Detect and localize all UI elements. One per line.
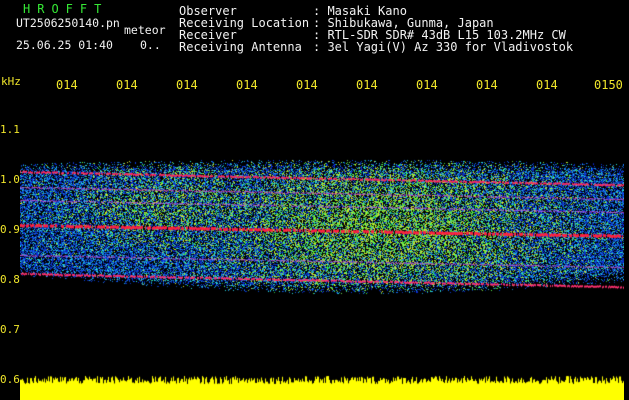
freq-tick: 1.0 bbox=[0, 173, 20, 186]
time-tick: 014 bbox=[56, 78, 78, 92]
meteor-label: meteor bbox=[124, 23, 166, 37]
info-label: Receiving Antenna bbox=[179, 40, 302, 54]
info-value: : 3el Yagi(V) Az 330 for Vladivostok bbox=[313, 40, 574, 54]
spectrogram-plot bbox=[20, 97, 624, 400]
filename-label: UT2506250140.pn bbox=[16, 16, 120, 30]
freq-tick: 1.1 bbox=[0, 123, 20, 136]
time-tick: 014 bbox=[236, 78, 258, 92]
app-title: HROFFT bbox=[23, 2, 109, 16]
time-tick: 014 bbox=[176, 78, 198, 92]
spectrogram-canvas bbox=[20, 97, 624, 400]
datetime-label: 25.06.25 01:40 bbox=[16, 38, 113, 52]
time-tick: 014 bbox=[416, 78, 438, 92]
freq-tick: 0.6 bbox=[0, 373, 20, 386]
frequency-unit-label: kHz bbox=[1, 75, 21, 88]
freq-tick: 0.8 bbox=[0, 273, 20, 286]
time-tick: 014 bbox=[476, 78, 498, 92]
time-tick: 014 bbox=[116, 78, 138, 92]
time-tick: 014 bbox=[536, 78, 558, 92]
time-tick: 014 bbox=[296, 78, 318, 92]
count-label: 0.. bbox=[140, 38, 161, 52]
freq-tick: 0.7 bbox=[0, 323, 20, 336]
freq-tick: 0.9 bbox=[0, 223, 20, 236]
time-tick: 0150 bbox=[594, 78, 623, 92]
time-tick: 014 bbox=[356, 78, 378, 92]
